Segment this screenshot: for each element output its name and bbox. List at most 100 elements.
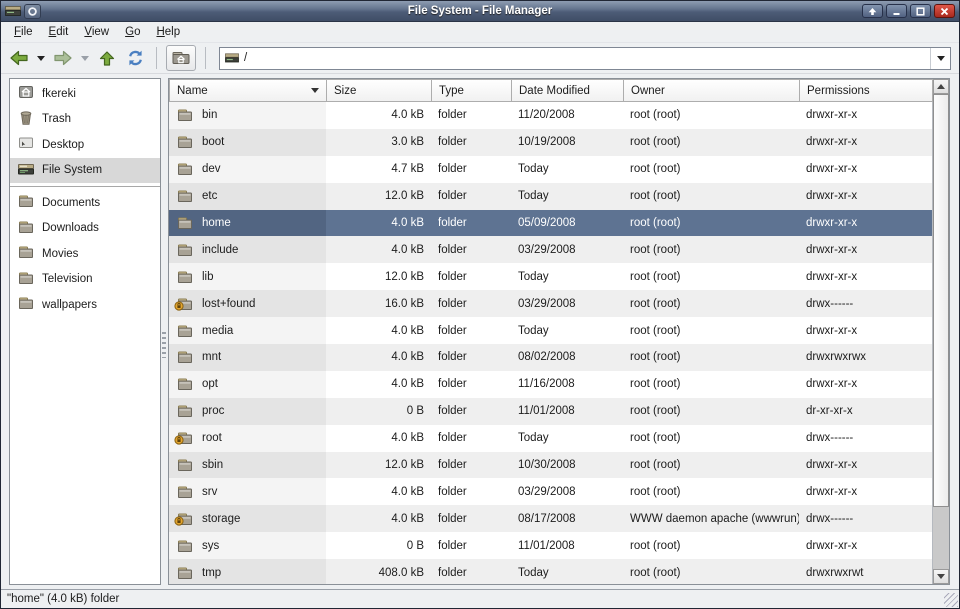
- shade-button[interactable]: [862, 4, 883, 18]
- file-manager-window: File System - File Manager FileEditViewG…: [0, 0, 960, 609]
- menu-file[interactable]: File: [7, 24, 40, 40]
- file-size-cell: 4.0 kB: [326, 102, 431, 129]
- table-row[interactable]: include4.0 kBfolder03/29/2008root (root)…: [169, 236, 932, 263]
- forward-button[interactable]: [51, 46, 75, 70]
- column-header-name[interactable]: Name: [169, 79, 327, 102]
- maximize-button[interactable]: [910, 4, 931, 18]
- scroll-down-button[interactable]: [933, 569, 949, 584]
- column-header-type[interactable]: Type: [431, 79, 512, 102]
- back-button[interactable]: [7, 46, 31, 70]
- scrollbar-track[interactable]: [933, 94, 949, 569]
- path-dropdown-button[interactable]: [930, 48, 950, 69]
- file-name-cell: etc: [169, 183, 326, 210]
- file-permissions-cell: drwxr-xr-x: [799, 156, 932, 183]
- file-type-cell: folder: [431, 344, 511, 371]
- file-name-label: sbin: [202, 459, 223, 471]
- pane-splitter[interactable]: [161, 78, 168, 585]
- sidebar-item-desktop[interactable]: Desktop: [10, 132, 160, 158]
- file-permissions-cell: drwxr-xr-x: [799, 263, 932, 290]
- file-size-cell: 12.0 kB: [326, 452, 431, 479]
- lock-emblem-icon: [174, 301, 184, 314]
- resize-grip[interactable]: [944, 593, 958, 607]
- folder-icon: [18, 244, 34, 263]
- menu-edit[interactable]: Edit: [42, 24, 76, 40]
- column-header-label: Permissions: [807, 85, 870, 97]
- table-row[interactable]: media4.0 kBfolderTodayroot (root)drwxr-x…: [169, 317, 932, 344]
- folder-icon: [177, 349, 193, 365]
- menu-view[interactable]: View: [77, 24, 116, 40]
- column-header-size[interactable]: Size: [326, 79, 432, 102]
- sidebar-item-television[interactable]: Television: [10, 267, 160, 293]
- table-row[interactable]: mnt4.0 kBfolder08/02/2008root (root)drwx…: [169, 344, 932, 371]
- scrollbar-thumb[interactable]: [933, 94, 949, 507]
- window-menu-icon[interactable]: [5, 5, 21, 18]
- sidebar-item-documents[interactable]: Documents: [10, 190, 160, 216]
- folder-icon: [18, 270, 34, 289]
- column-header-permissions[interactable]: Permissions: [799, 79, 933, 102]
- file-name-cell: home: [169, 210, 326, 237]
- table-row[interactable]: lost+found16.0 kBfolder03/29/2008root (r…: [169, 290, 932, 317]
- sidebar-item-file-system[interactable]: File System: [10, 158, 160, 184]
- file-type-cell: folder: [431, 156, 511, 183]
- table-row[interactable]: srv4.0 kBfolder03/29/2008root (root)drwx…: [169, 478, 932, 505]
- sidebar-item-downloads[interactable]: Downloads: [10, 216, 160, 242]
- file-name-label: dev: [202, 163, 221, 175]
- file-date-cell: 11/20/2008: [511, 102, 623, 129]
- table-row[interactable]: etc12.0 kBfolderTodayroot (root)drwxr-xr…: [169, 183, 932, 210]
- back-history-dropdown[interactable]: [35, 46, 47, 70]
- file-permissions-cell: drwxr-xr-x: [799, 478, 932, 505]
- sidebar-item-trash[interactable]: Trash: [10, 107, 160, 133]
- table-row[interactable]: lib12.0 kBfolderTodayroot (root)drwxr-xr…: [169, 263, 932, 290]
- file-name-cell: root: [169, 425, 326, 452]
- toolbar-separator-2: [205, 47, 206, 69]
- menu-bar: FileEditViewGoHelp: [1, 22, 959, 43]
- file-size-cell: 4.0 kB: [326, 505, 431, 532]
- table-row[interactable]: proc0 Bfolder11/01/2008root (root)dr-xr-…: [169, 398, 932, 425]
- table-row[interactable]: tmp408.0 kBfolderTodayroot (root)drwxrwx…: [169, 559, 932, 584]
- path-bar[interactable]: /: [219, 47, 951, 70]
- scroll-up-button[interactable]: [933, 79, 949, 94]
- table-row[interactable]: sbin12.0 kBfolder10/30/2008root (root)dr…: [169, 452, 932, 479]
- app-icon[interactable]: [24, 4, 41, 19]
- file-permissions-cell: drwxr-xr-x: [799, 183, 932, 210]
- close-button[interactable]: [934, 4, 955, 18]
- file-type-cell: folder: [431, 317, 511, 344]
- table-row[interactable]: boot3.0 kBfolder10/19/2008root (root)drw…: [169, 129, 932, 156]
- file-name-cell: srv: [169, 478, 326, 505]
- title-bar[interactable]: File System - File Manager: [1, 1, 959, 22]
- home-button[interactable]: [166, 45, 196, 71]
- sidebar-item-wallpapers[interactable]: wallpapers: [10, 292, 160, 318]
- file-owner-cell: root (root): [623, 452, 799, 479]
- up-button[interactable]: [95, 46, 119, 70]
- file-owner-cell: root (root): [623, 559, 799, 584]
- table-row[interactable]: sys0 Bfolder11/01/2008root (root)drwxr-x…: [169, 532, 932, 559]
- table-row[interactable]: bin4.0 kBfolder11/20/2008root (root)drwx…: [169, 102, 932, 129]
- sidebar-item-fkereki[interactable]: fkereki: [10, 81, 160, 107]
- file-size-cell: 408.0 kB: [326, 559, 431, 584]
- sidebar-item-label: fkereki: [42, 88, 76, 100]
- file-date-cell: Today: [511, 263, 623, 290]
- refresh-button[interactable]: [123, 46, 147, 70]
- forward-history-dropdown[interactable]: [79, 46, 91, 70]
- table-row[interactable]: storage4.0 kBfolder08/17/2008WWW daemon …: [169, 505, 932, 532]
- minimize-button[interactable]: [886, 4, 907, 18]
- menu-go[interactable]: Go: [118, 24, 147, 40]
- table-row[interactable]: root4.0 kBfolderTodayroot (root)drwx----…: [169, 425, 932, 452]
- sidebar-item-label: Trash: [42, 113, 71, 125]
- file-date-cell: 03/29/2008: [511, 290, 623, 317]
- file-date-cell: Today: [511, 425, 623, 452]
- file-size-cell: 0 B: [326, 398, 431, 425]
- file-name-cell: sys: [169, 532, 326, 559]
- vertical-scrollbar[interactable]: [932, 79, 949, 584]
- file-name-cell: storage: [169, 505, 326, 532]
- menu-help[interactable]: Help: [149, 24, 187, 40]
- sidebar-item-movies[interactable]: Movies: [10, 241, 160, 267]
- file-owner-cell: root (root): [623, 263, 799, 290]
- column-header-owner[interactable]: Owner: [623, 79, 800, 102]
- table-row[interactable]: opt4.0 kBfolder11/16/2008root (root)drwx…: [169, 371, 932, 398]
- file-name-label: proc: [202, 405, 224, 417]
- file-type-cell: folder: [431, 371, 511, 398]
- column-header-date-modified[interactable]: Date Modified: [511, 79, 624, 102]
- table-row[interactable]: dev4.7 kBfolderTodayroot (root)drwxr-xr-…: [169, 156, 932, 183]
- table-row[interactable]: home4.0 kBfolder05/09/2008root (root)drw…: [169, 210, 932, 237]
